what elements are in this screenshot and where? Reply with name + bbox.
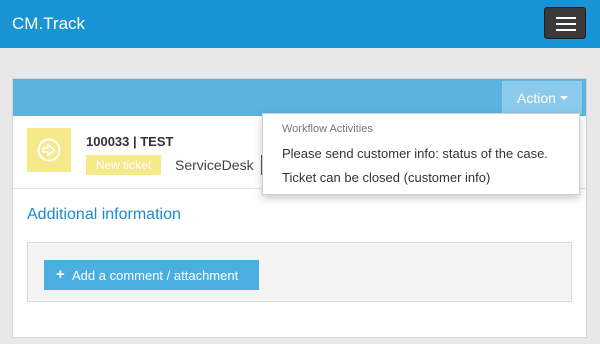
menu-toggle-button[interactable] xyxy=(544,7,586,39)
workflow-item-close-ticket[interactable]: Ticket can be closed (customer info) xyxy=(263,167,579,189)
comment-well: + Add a comment / attachment xyxy=(27,242,572,302)
add-comment-label: Add a comment / attachment xyxy=(72,268,239,283)
ticket-title: 100033 | TEST xyxy=(86,134,174,149)
panel-header: Action xyxy=(13,79,586,116)
arrow-circle-right-icon xyxy=(37,138,61,162)
dropdown-header: Workflow Activities xyxy=(282,123,373,135)
add-comment-button[interactable]: + Add a comment / attachment xyxy=(44,260,259,290)
ticket-status-icon-box xyxy=(27,128,71,172)
action-dropdown-button[interactable]: Action xyxy=(502,81,582,114)
action-label: Action xyxy=(517,90,556,106)
department-label: ServiceDesk xyxy=(175,157,254,173)
navbar: CM.Track xyxy=(0,0,600,48)
caret-down-icon xyxy=(560,96,568,100)
workflow-item-send-customer-info[interactable]: Please send customer info: status of the… xyxy=(263,143,579,165)
app-brand[interactable]: CM.Track xyxy=(12,14,85,34)
plus-icon: + xyxy=(56,266,65,283)
workflow-dropdown-menu: Workflow Activities Please send customer… xyxy=(262,113,580,195)
status-badge: New ticket xyxy=(86,155,161,175)
section-title: Additional information xyxy=(27,206,181,223)
